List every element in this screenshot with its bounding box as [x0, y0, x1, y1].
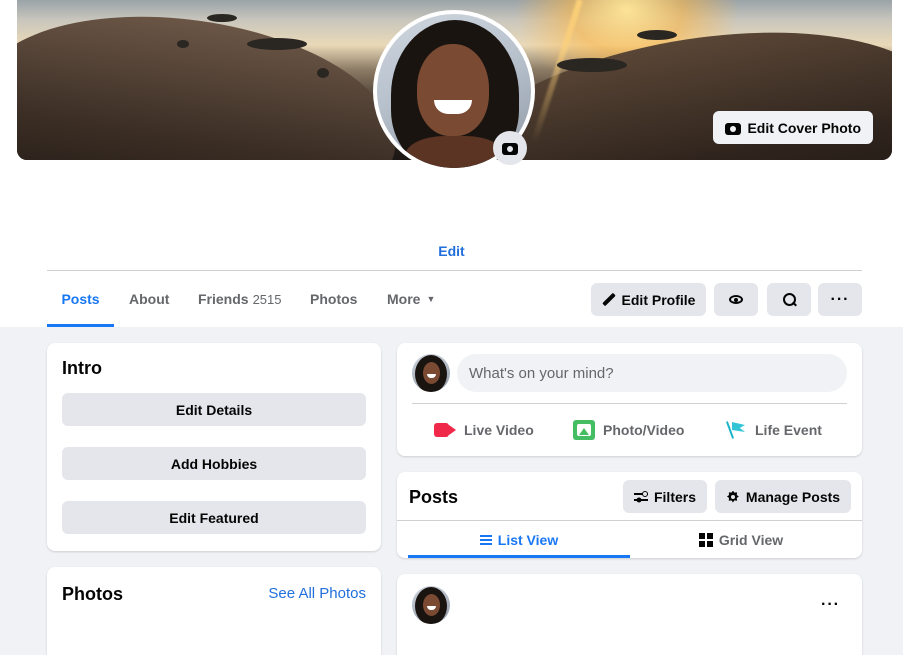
tab-posts[interactable]: Posts: [47, 271, 114, 327]
edit-profile-button[interactable]: Edit Profile: [591, 283, 706, 316]
cover-rock: [247, 38, 307, 50]
cover-sand-left: [17, 0, 409, 160]
cover-rock: [177, 40, 189, 48]
whats-on-your-mind-input[interactable]: What's on your mind?: [457, 354, 847, 392]
tab-about[interactable]: About: [129, 271, 169, 327]
posts-title: Posts: [409, 487, 459, 507]
cover-rock: [317, 68, 329, 78]
tab-label: About: [129, 291, 170, 307]
tab-friends[interactable]: Friends 2515: [198, 271, 282, 327]
add-hobbies-button[interactable]: Add Hobbies: [62, 447, 366, 480]
list-icon: [479, 534, 492, 545]
cover-rock: [557, 58, 627, 72]
camera-icon: [725, 121, 742, 135]
tab-label: Photos: [310, 291, 358, 307]
post-author-avatar[interactable]: [412, 586, 450, 624]
composer-placeholder: What's on your mind?: [469, 364, 614, 382]
live-video-button[interactable]: Live Video: [434, 413, 534, 447]
photo-icon: [573, 420, 595, 440]
edit-bio-link[interactable]: Edit: [0, 243, 903, 259]
life-event-button[interactable]: Life Event: [727, 413, 822, 447]
tab-grid-view[interactable]: Grid View: [630, 521, 852, 558]
live-video-label: Live Video: [464, 422, 534, 438]
intro-card: Intro Edit Details Add Hobbies Edit Feat…: [47, 343, 381, 551]
photo-video-button[interactable]: Photo/Video: [573, 413, 684, 447]
search-profile-button[interactable]: [767, 283, 811, 316]
composer-avatar[interactable]: [412, 354, 450, 392]
edit-featured-button[interactable]: Edit Featured: [62, 501, 366, 534]
filters-icon: [633, 490, 648, 503]
update-profile-picture-button[interactable]: [493, 131, 527, 165]
posts-header-card: Posts Filters Manage Posts List View Gri…: [397, 472, 862, 558]
filters-label: Filters: [653, 488, 696, 505]
post-card: ···: [397, 574, 862, 655]
friends-count: 2515: [252, 291, 282, 307]
caret-down-icon: ▼: [426, 294, 436, 304]
tab-label: Posts: [61, 291, 100, 307]
photo-video-label: Photo/Video: [603, 422, 685, 438]
edit-profile-label: Edit Profile: [621, 291, 696, 308]
avatar-face: [423, 362, 440, 384]
cover-rock: [637, 30, 677, 40]
grid-icon: [698, 532, 713, 547]
tab-photos[interactable]: Photos: [310, 271, 357, 327]
flag-icon: [727, 420, 747, 440]
profile-nav: Posts About Friends 2515 Photos More ▼ E…: [47, 271, 862, 327]
camera-icon: [502, 141, 518, 155]
manage-posts-button[interactable]: Manage Posts: [715, 480, 851, 513]
photos-card: Photos See All Photos: [47, 567, 381, 655]
avatar-face: [417, 44, 489, 136]
grid-view-label: Grid View: [718, 531, 784, 548]
post-options-button[interactable]: ···: [821, 596, 840, 614]
live-video-icon: [434, 422, 456, 438]
edit-cover-photo-label: Edit Cover Photo: [747, 119, 861, 136]
more-options-button[interactable]: ···: [818, 283, 862, 316]
intro-title: Intro: [62, 358, 102, 378]
tab-list-view[interactable]: List View: [408, 521, 630, 558]
life-event-label: Life Event: [755, 422, 822, 438]
edit-details-button[interactable]: Edit Details: [62, 393, 366, 426]
list-view-label: List View: [497, 531, 559, 548]
view-as-button[interactable]: [714, 283, 758, 316]
see-all-photos-link[interactable]: See All Photos: [268, 585, 366, 602]
avatar-shirt: [405, 136, 505, 168]
more-dots-icon: ···: [830, 290, 850, 308]
post-composer: What's on your mind? Live Video Photo/Vi…: [397, 343, 862, 456]
manage-posts-label: Manage Posts: [745, 488, 841, 505]
tab-label: More: [387, 291, 421, 307]
eye-icon: [729, 295, 743, 304]
cover-rock: [207, 14, 237, 22]
pencil-icon: [602, 293, 616, 307]
search-icon: [782, 293, 796, 306]
tab-label: Friends: [198, 291, 249, 307]
photos-title: Photos: [62, 584, 123, 604]
edit-cover-photo-button[interactable]: Edit Cover Photo: [713, 111, 873, 144]
divider: [412, 403, 847, 404]
gear-icon: [726, 490, 740, 504]
filters-button[interactable]: Filters: [623, 480, 707, 513]
tab-more[interactable]: More ▼: [387, 271, 435, 327]
avatar-face: [423, 594, 440, 616]
